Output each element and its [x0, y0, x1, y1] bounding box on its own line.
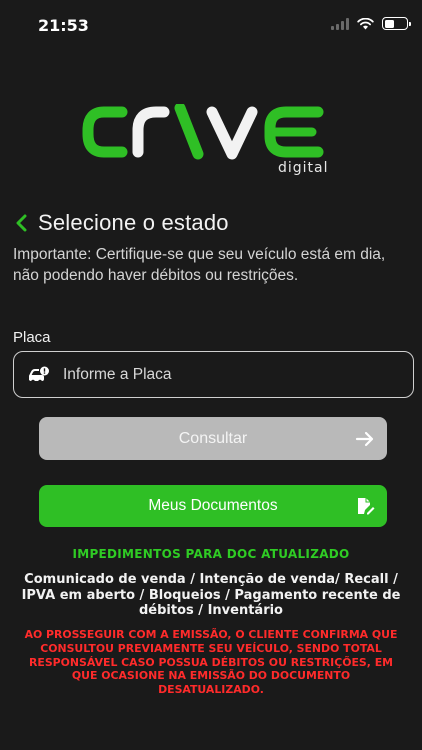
page-title: Selecione o estado [38, 210, 229, 235]
car-warning-icon [29, 366, 49, 383]
consult-button[interactable]: Consultar [39, 417, 387, 460]
back-chevron-icon[interactable] [12, 211, 30, 235]
svg-text:digital: digital [278, 160, 329, 176]
impediments-list: Comunicado de venda / Intenção de venda/… [21, 572, 401, 618]
status-time: 21:53 [38, 16, 89, 35]
wifi-icon [357, 17, 374, 29]
cellular-signal-icon [331, 17, 349, 30]
plate-label: Placa [13, 329, 51, 346]
emission-warning: AO PROSSEGUIR COM A EMISSÃO, O CLIENTE C… [24, 628, 398, 697]
crlve-digital-logo: digital [82, 104, 329, 176]
my-documents-button-label: Meus Documentos [148, 497, 278, 514]
battery-icon [382, 17, 411, 30]
important-notice: Importante: Certifique-se que seu veícul… [13, 246, 386, 284]
consult-button-label: Consultar [178, 429, 248, 447]
status-icons [331, 17, 411, 30]
plate-field[interactable] [13, 351, 414, 398]
status-bar: 21:53 [0, 0, 422, 48]
plate-input[interactable] [63, 365, 363, 384]
header: Selecione o estado [12, 210, 229, 236]
document-edit-icon [358, 498, 375, 515]
arrow-right-icon [355, 431, 374, 446]
my-documents-button[interactable]: Meus Documentos [39, 485, 387, 527]
impediments-title: IMPEDIMENTOS PARA DOC ATUALIZADO [72, 547, 350, 561]
